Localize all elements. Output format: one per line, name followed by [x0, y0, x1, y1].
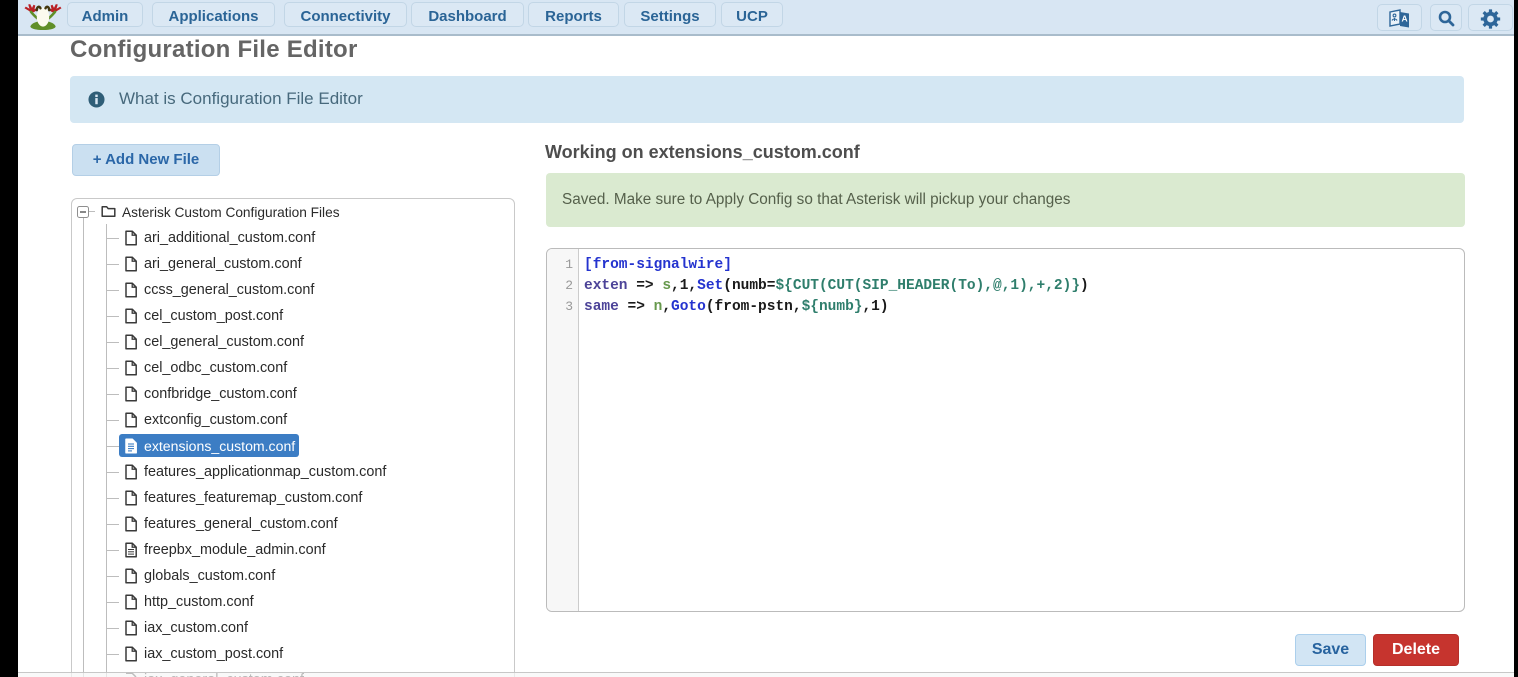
- svg-text:A: A: [1402, 14, 1408, 24]
